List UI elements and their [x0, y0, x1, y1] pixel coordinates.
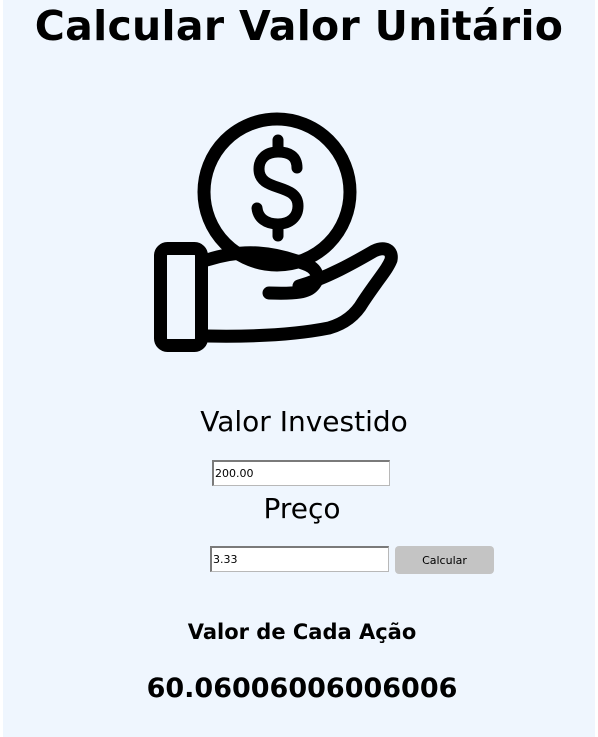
result-label: Valor de Cada Ação [187, 620, 417, 644]
valor-investido-label: Valor Investido [200, 405, 408, 438]
calculator-page: Calcular Valor Unitário Valor Investido … [3, 0, 595, 737]
page-title: Calcular Valor Unitário [34, 2, 564, 50]
preco-input[interactable] [210, 546, 389, 572]
preco-label: Preço [263, 492, 341, 525]
valor-investido-input[interactable] [212, 460, 390, 486]
result-value: 60.06006006006006 [146, 673, 458, 704]
hand-holding-dollar-icon [154, 112, 398, 352]
calcular-button[interactable]: Calcular [395, 546, 494, 574]
